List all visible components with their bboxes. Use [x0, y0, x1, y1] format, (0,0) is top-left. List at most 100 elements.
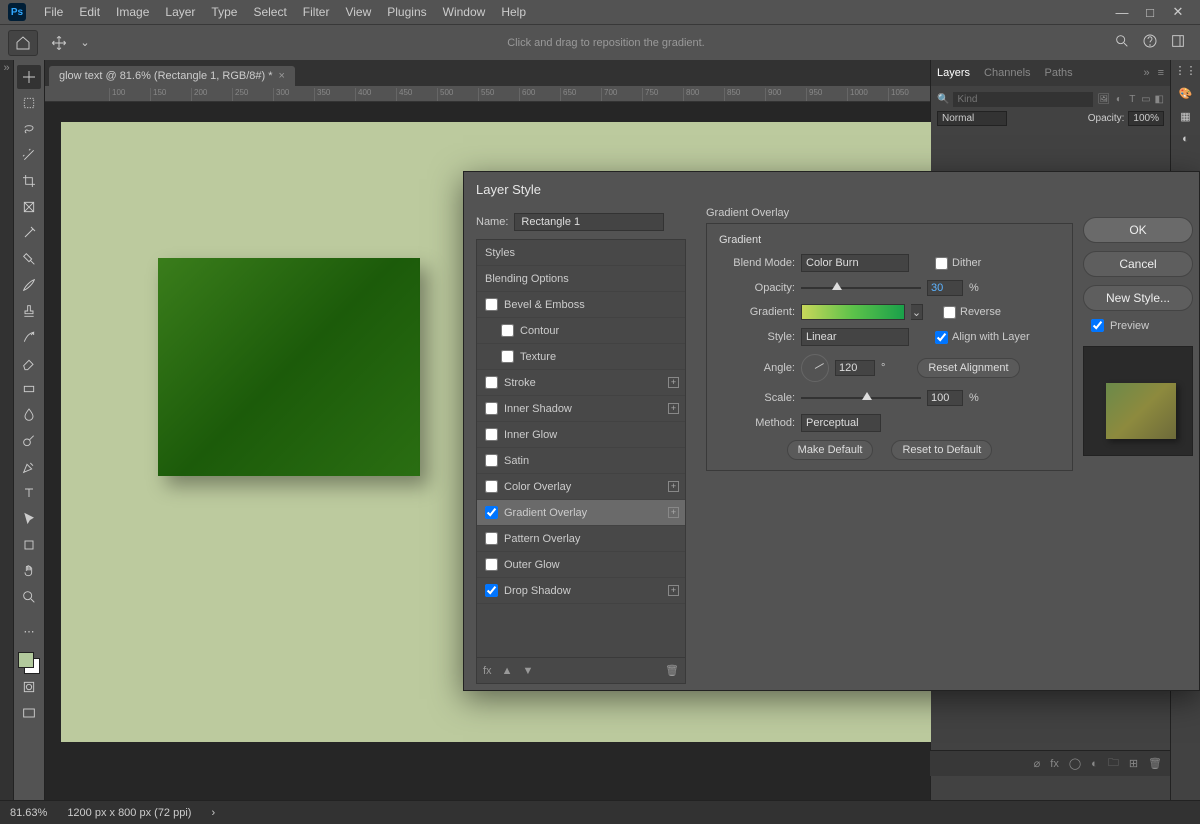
document-tab[interactable]: glow text @ 81.6% (Rectangle 1, RGB/8#) … [49, 66, 295, 86]
hand-tool[interactable] [17, 559, 41, 583]
add-effect-icon[interactable]: + [668, 403, 679, 414]
frame-tool[interactable] [17, 195, 41, 219]
eyedropper-tool[interactable] [17, 221, 41, 245]
style-row-texture[interactable]: Texture [477, 344, 685, 370]
tab-layers[interactable]: Layers [937, 67, 970, 79]
group-icon[interactable]: 🗀 [1108, 754, 1119, 773]
menu-type[interactable]: Type [203, 5, 245, 19]
menu-view[interactable]: View [337, 5, 379, 19]
layer-filter-input[interactable] [953, 92, 1093, 107]
workspace-icon[interactable] [1170, 33, 1186, 52]
rectangle-shape[interactable] [158, 258, 420, 476]
delete-style-icon[interactable]: 🗑 [665, 664, 679, 677]
link-layers-icon[interactable]: ⌀ [1034, 757, 1041, 770]
zoom-level[interactable]: 81.63% [10, 807, 47, 819]
menu-filter[interactable]: Filter [295, 5, 338, 19]
reset-alignment-button[interactable]: Reset Alignment [917, 358, 1019, 378]
zoom-tool[interactable] [17, 585, 41, 609]
filter-shape-icon[interactable]: ▭ [1141, 94, 1150, 105]
menu-help[interactable]: Help [493, 5, 534, 19]
add-effect-icon[interactable]: + [668, 585, 679, 596]
style-row-contour[interactable]: Contour [477, 318, 685, 344]
style-checkbox[interactable] [485, 428, 498, 441]
reset-default-button[interactable]: Reset to Default [891, 440, 992, 460]
style-row-color-overlay[interactable]: Color Overlay+ [477, 474, 685, 500]
eraser-tool[interactable] [17, 351, 41, 375]
adjustments-panel-icon[interactable]: ◐ [1182, 133, 1189, 145]
dither-checkbox[interactable] [935, 257, 948, 270]
stamp-tool[interactable] [17, 299, 41, 323]
new-style-button[interactable]: New Style... [1083, 285, 1193, 311]
color-panel-icon[interactable]: 🎨 [1179, 87, 1193, 100]
menu-layer[interactable]: Layer [157, 5, 203, 19]
style-checkbox[interactable] [485, 402, 498, 415]
swatches-panel-icon[interactable]: ▦ [1180, 110, 1190, 123]
style-dropdown[interactable]: Linear [801, 328, 909, 346]
close-tab-icon[interactable]: × [279, 70, 285, 82]
history-brush-tool[interactable] [17, 325, 41, 349]
style-checkbox[interactable] [501, 324, 514, 337]
panel-menu-icon[interactable]: ≡ [1158, 67, 1164, 79]
home-button[interactable] [8, 30, 38, 56]
maximize-icon[interactable]: □ [1136, 5, 1164, 20]
dropdown-icon[interactable]: ⌄ [75, 33, 95, 53]
filter-smart-icon[interactable]: ◧ [1155, 94, 1164, 105]
add-effect-icon[interactable]: + [668, 507, 679, 518]
crop-tool[interactable] [17, 169, 41, 193]
close-icon[interactable]: ✕ [1164, 4, 1192, 20]
menu-image[interactable]: Image [108, 5, 157, 19]
style-checkbox[interactable] [485, 454, 498, 467]
menu-file[interactable]: File [36, 5, 71, 19]
blending-options[interactable]: Blending Options [477, 266, 685, 292]
style-row-pattern-overlay[interactable]: Pattern Overlay [477, 526, 685, 552]
style-row-satin[interactable]: Satin [477, 448, 685, 474]
adjustment-icon[interactable]: ◐ [1091, 758, 1098, 770]
cancel-button[interactable]: Cancel [1083, 251, 1193, 277]
menu-plugins[interactable]: Plugins [379, 5, 434, 19]
search-icon[interactable] [1114, 33, 1130, 52]
gradient-preview[interactable] [801, 304, 905, 320]
style-checkbox[interactable] [485, 376, 498, 389]
style-checkbox[interactable] [485, 506, 498, 519]
filter-adjust-icon[interactable]: ◐ [1114, 94, 1123, 105]
angle-input[interactable] [835, 360, 875, 376]
style-checkbox[interactable] [485, 480, 498, 493]
opacity-value[interactable]: 100% [1128, 111, 1164, 126]
style-checkbox[interactable] [485, 584, 498, 597]
style-row-inner-shadow[interactable]: Inner Shadow+ [477, 396, 685, 422]
style-row-gradient-overlay[interactable]: Gradient Overlay+ [477, 500, 685, 526]
style-row-inner-glow[interactable]: Inner Glow [477, 422, 685, 448]
path-select-tool[interactable] [17, 507, 41, 531]
scale-input[interactable] [927, 390, 963, 406]
marquee-tool[interactable] [17, 91, 41, 115]
tab-paths[interactable]: Paths [1045, 67, 1073, 79]
styles-header[interactable]: Styles [477, 240, 685, 266]
help-icon[interactable] [1142, 33, 1158, 52]
color-swatches[interactable] [18, 652, 40, 674]
gradient-tool[interactable] [17, 377, 41, 401]
filter-image-icon[interactable]: 🖼 [1097, 94, 1110, 105]
brush-tool[interactable] [17, 273, 41, 297]
style-row-bevel-emboss[interactable]: Bevel & Emboss [477, 292, 685, 318]
style-checkbox[interactable] [501, 350, 514, 363]
method-dropdown[interactable]: Perceptual [801, 414, 881, 432]
style-row-stroke[interactable]: Stroke+ [477, 370, 685, 396]
scale-slider[interactable] [801, 392, 921, 404]
edit-toolbar-icon[interactable]: ⋯ [17, 619, 41, 643]
minimize-icon[interactable]: — [1108, 5, 1136, 20]
dodge-tool[interactable] [17, 429, 41, 453]
collapsed-panel-icon[interactable]: ⋮⋮ [1175, 64, 1197, 77]
ok-button[interactable]: OK [1083, 217, 1193, 243]
style-row-drop-shadow[interactable]: Drop Shadow+ [477, 578, 685, 604]
move-tool[interactable] [17, 65, 41, 89]
mask-icon[interactable]: ◯ [1069, 757, 1081, 770]
blend-mode-select[interactable]: Normal [937, 111, 1007, 126]
blend-mode-dropdown[interactable]: Color Burn [801, 254, 909, 272]
opacity-input[interactable] [927, 280, 963, 296]
add-effect-icon[interactable]: + [668, 481, 679, 492]
quick-mask-icon[interactable] [17, 675, 41, 699]
lasso-tool[interactable] [17, 117, 41, 141]
align-checkbox[interactable] [935, 331, 948, 344]
blur-tool[interactable] [17, 403, 41, 427]
new-layer-icon[interactable]: ⊞ [1129, 757, 1138, 770]
